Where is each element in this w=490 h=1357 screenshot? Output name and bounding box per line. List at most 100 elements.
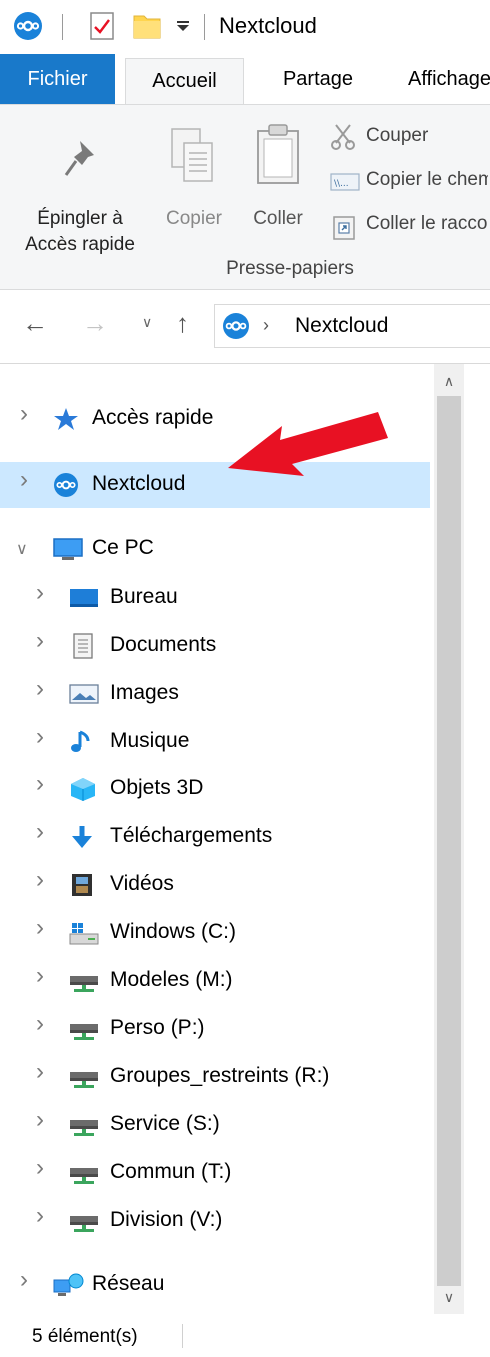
documents-icon (68, 633, 96, 659)
new-folder-icon[interactable] (132, 10, 162, 40)
scroll-thumb[interactable] (437, 396, 461, 1286)
properties-icon[interactable] (90, 12, 114, 40)
copy-button[interactable]: Copier (158, 121, 230, 231)
tree-item-modeles-m[interactable]: › Modeles (M:) (0, 958, 430, 1004)
tree-item-commun-t[interactable]: › Commun (T:) (0, 1150, 430, 1196)
tree-item-perso-p[interactable]: › Perso (P:) (0, 1006, 430, 1052)
chevron-right-icon[interactable]: › (36, 627, 44, 655)
back-button[interactable]: ← (22, 308, 48, 339)
network-drive-icon (68, 1160, 98, 1186)
paste-shortcut-icon (333, 216, 355, 240)
chevron-right-icon[interactable]: › (36, 723, 44, 751)
scroll-up-icon[interactable]: ∧ (434, 366, 464, 396)
pin-quick-access-button[interactable]: Épingler à Accès rapide (10, 125, 150, 255)
tree-item-label: Modeles (M:) (110, 968, 233, 991)
chevron-right-icon[interactable]: › (20, 1266, 28, 1294)
tab-share[interactable]: Partage (258, 54, 378, 104)
ribbon: Épingler à Accès rapide Copier Coller Co… (0, 104, 490, 290)
address-box[interactable]: › Nextcloud (214, 304, 490, 348)
chevron-right-icon[interactable]: › (36, 1202, 44, 1230)
tree-item-r-seau[interactable]: › Réseau (0, 1262, 430, 1308)
tree-item-label: Windows (C:) (110, 920, 237, 943)
tab-view[interactable]: Affichage (408, 54, 490, 104)
images-icon (68, 681, 99, 707)
copy-path-button[interactable]: \\... Copier le chemin d'accès (328, 165, 488, 199)
tree-item-label: Commun (T:) (110, 1160, 232, 1183)
tree-item-vid-os[interactable]: › Vidéos (0, 862, 430, 908)
chevron-right-icon[interactable]: › (36, 1010, 44, 1038)
tree-item-label: Service (S:) (110, 1112, 220, 1135)
tree-item-ce-pc[interactable]: ∨ Ce PC (0, 526, 430, 572)
chevron-right-icon[interactable]: › (36, 962, 44, 990)
tree-item-t-l-chargements[interactable]: › Téléchargements (0, 814, 430, 860)
tree-item-label: Documents (110, 633, 217, 656)
cut-button[interactable]: Couper (328, 121, 488, 155)
chevron-right-icon[interactable]: › (36, 1154, 44, 1182)
chevron-right-icon[interactable]: › (36, 818, 44, 846)
cube-icon (68, 776, 96, 802)
windows-drive-icon (68, 920, 99, 946)
chevron-right-icon[interactable]: › (36, 866, 44, 894)
network-icon (52, 1272, 84, 1298)
tree-item-bureau[interactable]: › Bureau (0, 575, 430, 621)
item-count: 5 élément(s) (32, 1326, 138, 1347)
customize-quick-access-icon[interactable] (176, 20, 190, 32)
tree-item-musique[interactable]: › Musique (0, 719, 430, 765)
music-icon (68, 729, 96, 755)
chevron-right-icon[interactable]: › (36, 579, 44, 607)
tree-scrollbar[interactable]: ∧ ∨ (434, 364, 464, 1314)
tab-file[interactable]: Fichier (0, 54, 115, 104)
nextcloud-icon (52, 472, 80, 498)
tree-item-label: Accès rapide (92, 406, 214, 429)
tree-item-label: Ce PC (92, 536, 154, 559)
tree-item-label: Réseau (92, 1272, 165, 1295)
chevron-right-icon[interactable]: › (36, 1106, 44, 1134)
copy-path-label: Copier le chemin d'accès (366, 169, 488, 190)
tree-item-service-s[interactable]: › Service (S:) (0, 1102, 430, 1148)
tree-item-windows-c[interactable]: › Windows (C:) (0, 910, 430, 956)
tree-item-groupes-restreints-r[interactable]: › Groupes_restreints (R:) (0, 1054, 430, 1100)
nextcloud-icon[interactable] (14, 12, 42, 40)
network-drive-icon (68, 1112, 98, 1138)
address-separator[interactable]: › (263, 315, 269, 336)
chevron-right-icon[interactable]: › (36, 1058, 44, 1086)
pin-label-2: Accès rapide (25, 234, 135, 255)
tree-item-label: Division (V:) (110, 1208, 223, 1231)
scroll-down-icon[interactable]: ∨ (434, 1282, 464, 1312)
paste-label: Coller (253, 208, 303, 229)
svg-text:\\...: \\... (334, 179, 349, 189)
tree-item-label: Objets 3D (110, 776, 204, 799)
copy-label: Copier (166, 208, 222, 229)
chevron-right-icon[interactable]: › (36, 770, 44, 798)
tree-item-objets-3d[interactable]: › Objets 3D (0, 766, 430, 812)
tree-item-documents[interactable]: › Documents (0, 623, 430, 669)
up-button[interactable]: ↑ (176, 308, 189, 339)
copy-icon (171, 128, 213, 182)
scissors-icon (331, 124, 355, 150)
title-bar: Nextcloud (0, 0, 490, 54)
chevron-right-icon[interactable]: › (20, 400, 28, 428)
recent-locations-chevron-icon[interactable]: ∨ (142, 314, 152, 331)
network-drive-icon (68, 1208, 98, 1234)
forward-button[interactable]: → (82, 308, 108, 339)
tree-item-label: Musique (110, 729, 190, 752)
paste-button[interactable]: Coller (240, 121, 316, 231)
red-arrow-icon (228, 412, 388, 476)
window-title: Nextcloud (219, 13, 317, 38)
tree-item-label: Images (110, 681, 179, 704)
chevron-right-icon[interactable]: › (36, 914, 44, 942)
tree-item-label: Bureau (110, 585, 178, 608)
paste-shortcut-label: Coller le raccourci (366, 213, 488, 234)
chevron-down-icon[interactable]: ∨ (16, 539, 28, 559)
tree-item-division-v[interactable]: › Division (V:) (0, 1198, 430, 1244)
chevron-right-icon[interactable]: › (36, 675, 44, 703)
tree-item-label: Téléchargements (110, 824, 273, 847)
pin-label-1: Épingler à (37, 208, 123, 229)
title-separator (62, 14, 63, 40)
tree-item-images[interactable]: › Images (0, 671, 430, 717)
paste-shortcut-button[interactable]: Coller le raccourci (328, 209, 488, 243)
tab-home[interactable]: Accueil (125, 58, 244, 104)
status-bar: 5 élément(s) (0, 1314, 490, 1357)
address-location[interactable]: Nextcloud (295, 314, 388, 338)
chevron-right-icon[interactable]: › (20, 466, 28, 494)
